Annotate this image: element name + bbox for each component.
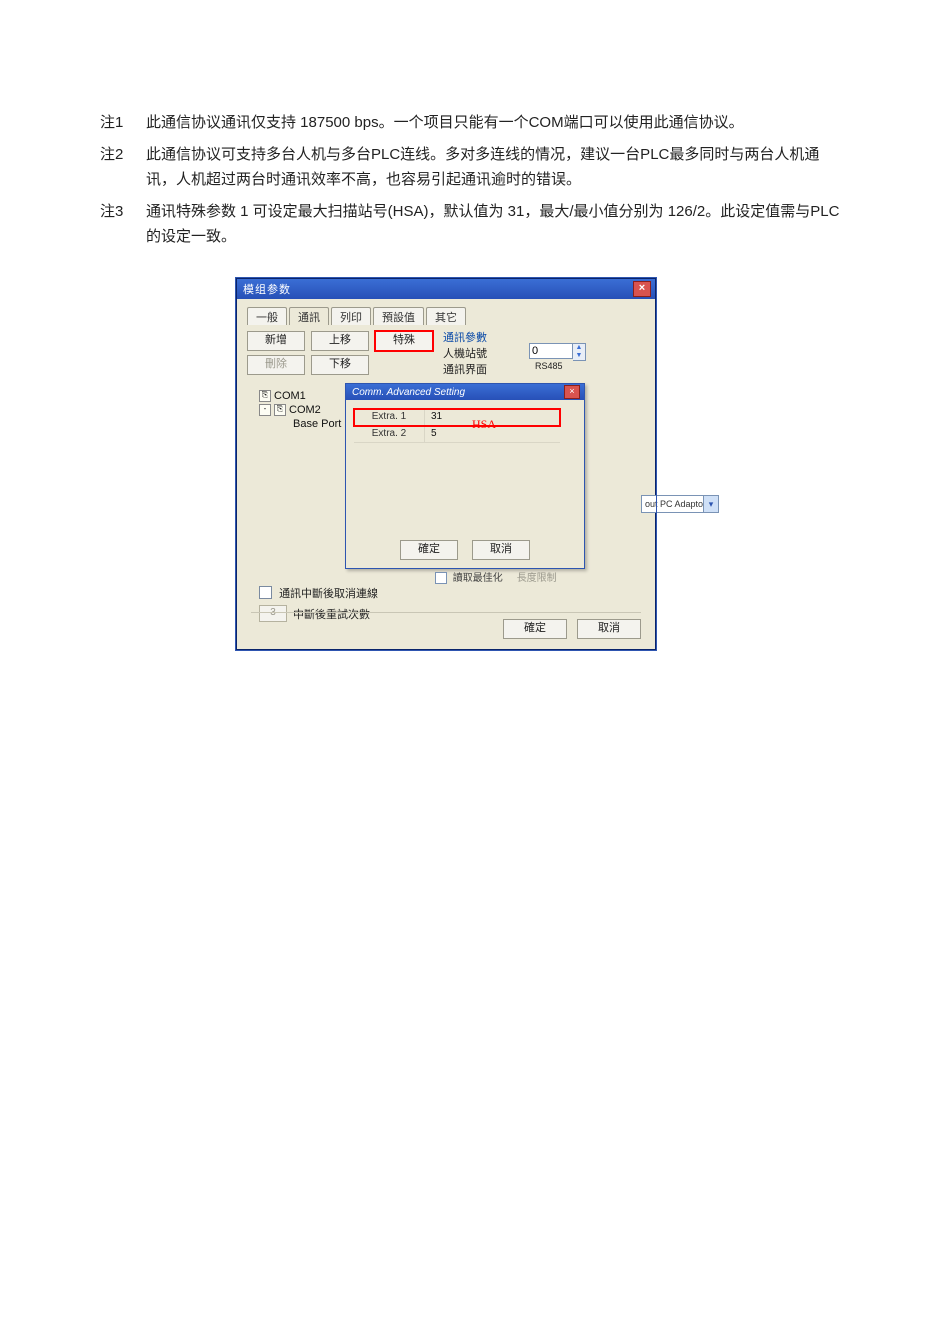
note-row: 注3 通讯特殊参数 1 可设定最大扫描站号(HSA)，默认值为 31，最大/最小… [100, 199, 845, 250]
note-label: 注1 [100, 110, 146, 136]
chevron-down-icon[interactable]: ▾ [703, 496, 718, 512]
note-text: 此通信协议通讯仅支持 187500 bps。一个项目只能有一个COM端口可以使用… [146, 110, 845, 136]
note-label: 注2 [100, 142, 146, 193]
dialog-screenshot: 模组参数 × 一般 通訊 列印 預設值 其它 新增 上移 特殊 [236, 278, 656, 650]
notes-block: 注1 此通信协议通讯仅支持 187500 bps。一个项目只能有一个COM端口可… [100, 110, 845, 250]
note-row: 注2 此通信协议可支持多台人机与多台PLC连线。多对多连线的情况，建议一台PLC… [100, 142, 845, 193]
note-text: 通讯特殊参数 1 可设定最大扫描站号(HSA)，默认值为 31，最大/最小值分别… [146, 199, 845, 250]
dialog-border [236, 278, 656, 650]
note-text: 此通信协议可支持多台人机与多台PLC连线。多对多连线的情况，建议一台PLC最多同… [146, 142, 845, 193]
note-label: 注3 [100, 199, 146, 250]
note-row: 注1 此通信协议通讯仅支持 187500 bps。一个项目只能有一个COM端口可… [100, 110, 845, 136]
